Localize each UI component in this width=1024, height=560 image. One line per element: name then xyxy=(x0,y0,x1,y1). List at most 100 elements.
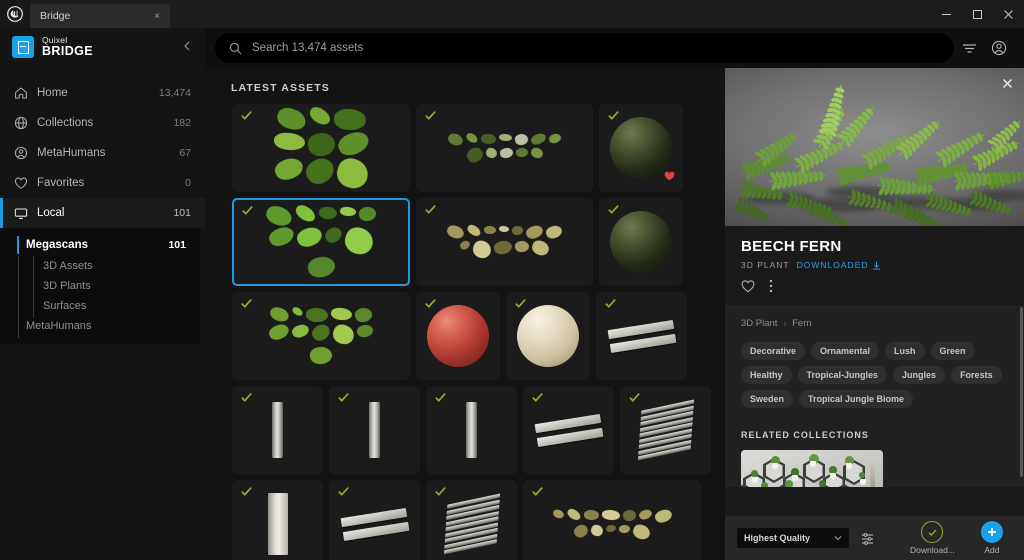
asset-card[interactable] xyxy=(426,386,517,474)
sidebar-item-count: 67 xyxy=(179,147,191,159)
breadcrumb-item-1[interactable]: Fern xyxy=(792,318,812,329)
download-button-label: Download... xyxy=(910,545,955,555)
plant-decor xyxy=(819,480,826,487)
close-button[interactable] xyxy=(993,0,1024,28)
sidebar-item-label: MetaHumans xyxy=(37,147,179,159)
asset-card[interactable] xyxy=(416,198,593,286)
search-icon xyxy=(229,42,242,55)
asset-card[interactable] xyxy=(523,480,701,560)
asset-card[interactable] xyxy=(232,198,410,286)
close-icon[interactable] xyxy=(999,75,1015,91)
checkmark-icon xyxy=(435,486,446,497)
detail-scrollbar[interactable] xyxy=(1020,307,1023,477)
asset-card[interactable] xyxy=(599,198,683,286)
sidebar-item-count: 13,474 xyxy=(159,87,191,99)
plus-circle-icon xyxy=(981,521,1003,543)
tree-item-label: MetaHumans xyxy=(26,320,186,332)
plant-decor xyxy=(859,472,865,478)
asset-card[interactable] xyxy=(506,292,590,380)
checkmark-icon xyxy=(532,392,543,403)
monitor-icon xyxy=(14,207,34,220)
tree-item-metahumans[interactable]: MetaHumans xyxy=(0,316,200,336)
breadcrumb-item-0[interactable]: 3D Plant xyxy=(741,318,777,329)
tree-item-label: Surfaces xyxy=(43,300,186,312)
asset-card[interactable] xyxy=(329,386,420,474)
heart-icon xyxy=(14,177,34,190)
pot-decor xyxy=(772,463,778,469)
sidebar-item-favorites[interactable]: Favorites0 xyxy=(0,168,205,198)
tag-forests[interactable]: Forests xyxy=(951,366,1002,384)
home-icon xyxy=(14,86,34,100)
tag-green[interactable]: Green xyxy=(931,342,975,360)
search-input[interactable] xyxy=(252,42,940,54)
chevron-down-icon xyxy=(834,534,842,543)
quixel-bridge-logo-icon xyxy=(12,36,34,58)
maximize-button[interactable] xyxy=(962,0,993,28)
more-vertical-icon[interactable] xyxy=(769,279,773,293)
checkmark-icon xyxy=(338,392,349,403)
asset-card[interactable] xyxy=(426,480,517,560)
related-collection-card[interactable] xyxy=(741,450,883,487)
tag-list: Decorative Ornamental Lush Green Healthy Trop… xyxy=(741,342,1008,408)
vase-decor xyxy=(870,464,875,487)
tree-item-3d-assets[interactable]: 3D Assets xyxy=(0,256,200,276)
checkmark-icon xyxy=(241,486,252,497)
tree-item-megascans[interactable]: Megascans101 xyxy=(0,234,200,256)
tree-item-3d-plants[interactable]: 3D Plants xyxy=(0,276,200,296)
asset-card[interactable] xyxy=(416,292,500,380)
tree-item-surfaces[interactable]: Surfaces xyxy=(0,296,200,316)
checkmark-icon xyxy=(605,298,616,309)
checkmark-icon xyxy=(242,205,253,216)
quality-select[interactable]: Highest Quality xyxy=(737,528,849,548)
tag-ornamental[interactable]: Ornamental xyxy=(811,342,879,360)
heart-filled-icon[interactable] xyxy=(664,171,675,184)
pot-decor xyxy=(860,479,866,485)
sidebar-item-local[interactable]: Local101 xyxy=(0,198,205,228)
sidebar-item-label: Favorites xyxy=(37,177,185,189)
checkmark-icon xyxy=(608,204,619,215)
sidebar-item-home[interactable]: Home13,474 xyxy=(0,78,205,108)
sidebar: Quixel BRIDGE Home13,474Collections182Me… xyxy=(0,28,205,560)
tab-close-icon[interactable]: × xyxy=(154,11,160,22)
asset-card[interactable] xyxy=(416,104,593,192)
tag-healthy[interactable]: Healthy xyxy=(741,366,792,384)
tag-jungles[interactable]: Jungles xyxy=(893,366,945,384)
asset-card[interactable] xyxy=(232,104,410,192)
tag-tropical-jungles[interactable]: Tropical-Jungles xyxy=(798,366,888,384)
checkmark-icon xyxy=(338,486,349,497)
asset-card[interactable] xyxy=(523,386,614,474)
sidebar-item-collections[interactable]: Collections182 xyxy=(0,108,205,138)
chevron-left-icon[interactable] xyxy=(182,41,193,54)
tag-lush[interactable]: Lush xyxy=(885,342,925,360)
checkmark-icon xyxy=(425,110,436,121)
sidebar-tree-local: Megascans1013D Assets3D Plants Surfaces Me… xyxy=(0,228,200,344)
asset-card[interactable] xyxy=(596,292,687,380)
heart-outline-icon[interactable] xyxy=(741,280,755,293)
checkmark-icon xyxy=(629,392,640,403)
search-bar[interactable] xyxy=(215,33,954,63)
asset-card[interactable] xyxy=(232,480,323,560)
minimize-button[interactable] xyxy=(931,0,962,28)
tag-decorative[interactable]: Decorative xyxy=(741,342,805,360)
asset-card[interactable] xyxy=(232,292,410,380)
account-icon[interactable] xyxy=(984,33,1014,63)
plant-decor xyxy=(751,470,758,477)
asset-hero-image xyxy=(725,68,1024,226)
add-button[interactable]: Add xyxy=(981,521,1003,555)
tag-tropical-jungle-biome[interactable]: Tropical Jungle Biome xyxy=(799,390,913,408)
asset-grid-row xyxy=(232,480,711,560)
asset-card[interactable] xyxy=(599,104,683,192)
checkmark-icon xyxy=(608,110,619,121)
brand-text: Quixel BRIDGE xyxy=(42,36,93,57)
tag-sweden[interactable]: Sweden xyxy=(741,390,793,408)
download-button[interactable]: Download... xyxy=(910,521,955,555)
asset-card[interactable] xyxy=(232,386,323,474)
asset-card[interactable] xyxy=(329,480,420,560)
asset-card[interactable] xyxy=(620,386,711,474)
filter-icon[interactable] xyxy=(954,33,984,63)
asset-grid-row xyxy=(232,386,711,474)
sidebar-item-metahumans[interactable]: MetaHumans67 xyxy=(0,138,205,168)
tab-bridge[interactable]: Bridge × xyxy=(30,4,170,28)
globe-icon xyxy=(14,116,34,130)
sliders-icon[interactable] xyxy=(861,532,874,545)
